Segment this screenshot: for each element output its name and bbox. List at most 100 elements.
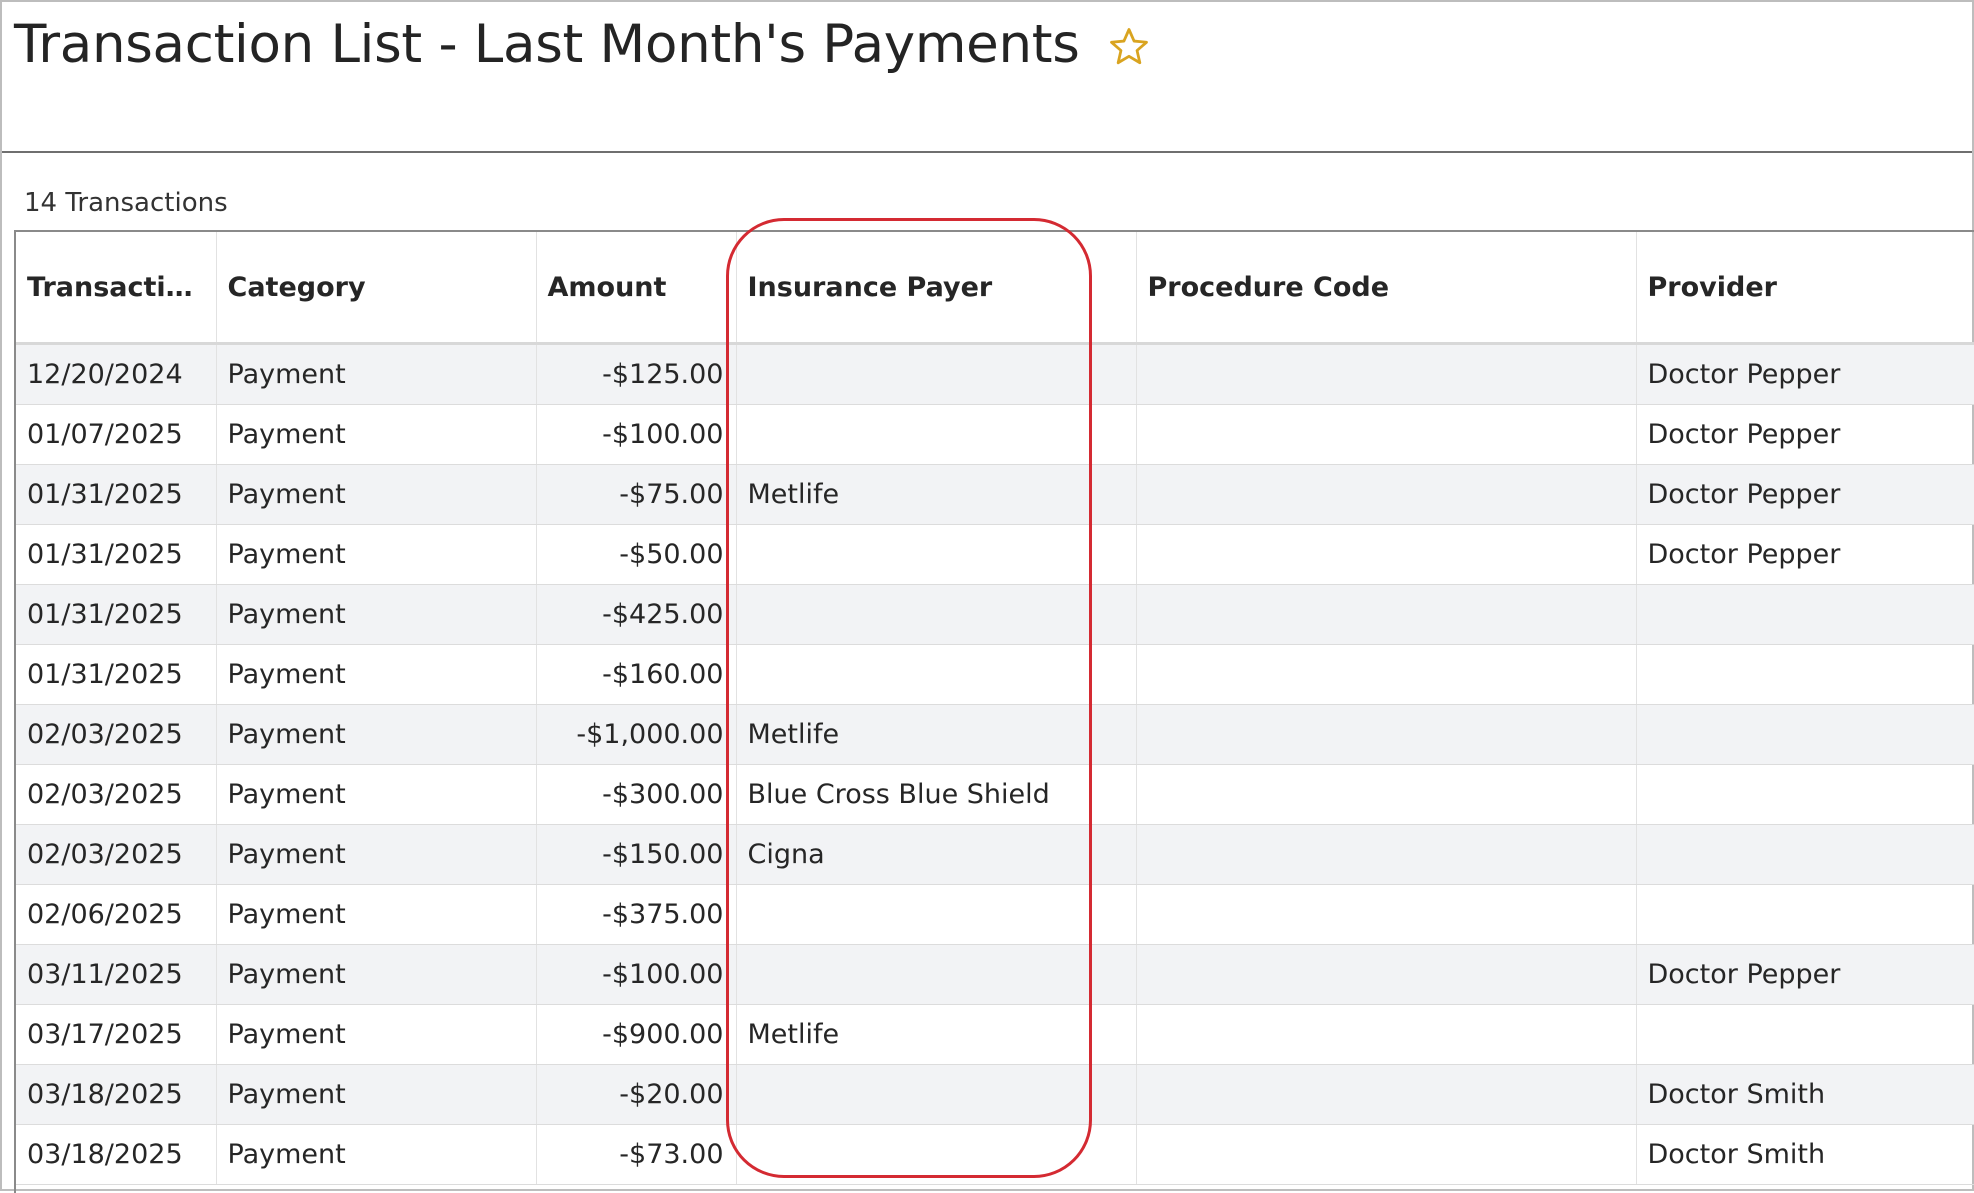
cell-insurance-payer: Blue Cross Blue Shield	[736, 764, 1137, 825]
cell-amount: -$150.00	[536, 824, 737, 885]
cell-category: Payment	[216, 464, 537, 525]
cell-category: Payment	[216, 343, 537, 405]
cell-transaction-date: 01/31/2025	[16, 644, 217, 705]
cell-transaction-date: 12/20/2024	[16, 343, 217, 405]
column-header-category[interactable]: Category	[216, 232, 537, 345]
cell-insurance-payer: Metlife	[736, 1004, 1137, 1065]
cell-category: Payment	[216, 584, 537, 645]
table-header-row: Transactio... Category Amount Insurance …	[16, 232, 1974, 345]
title-bar: Transaction List - Last Month's Payments	[14, 14, 1150, 75]
table-row[interactable]: 02/03/2025 Payment -$150.00 Cigna	[16, 824, 1974, 885]
table-row[interactable]: 02/03/2025 Payment -$300.00 Blue Cross Blue…	[16, 764, 1974, 825]
cell-amount: -$20.00	[536, 1064, 737, 1125]
cell-provider	[1636, 704, 1974, 765]
cell-transaction-date: 03/11/2025	[16, 944, 217, 1005]
cell-transaction-date: 01/31/2025	[16, 524, 217, 585]
table-row[interactable]: 01/31/2025 Payment -$160.00	[16, 644, 1974, 705]
cell-amount: -$900.00	[536, 1004, 737, 1065]
cell-insurance-payer: Metlife	[736, 464, 1137, 525]
table-row[interactable]: 01/31/2025 Payment -$50.00 Doctor Pepper	[16, 524, 1974, 585]
cell-provider: Doctor Smith	[1636, 1124, 1974, 1185]
cell-transaction-date: 02/03/2025	[16, 704, 217, 765]
cell-provider: Doctor Pepper	[1636, 464, 1974, 525]
table-row[interactable]: 01/31/2025 Payment -$425.00	[16, 584, 1974, 645]
cell-transaction-date: 01/31/2025	[16, 584, 217, 645]
cell-procedure-code	[1136, 1124, 1637, 1185]
transactions-table: Transactio... Category Amount Insurance …	[16, 232, 1974, 1185]
column-header-procedure-code[interactable]: Procedure Code	[1136, 232, 1637, 345]
cell-transaction-date: 03/18/2025	[16, 1064, 217, 1125]
cell-category: Payment	[216, 1124, 537, 1185]
column-header-insurance-payer[interactable]: Insurance Payer	[736, 232, 1137, 345]
cell-category: Payment	[216, 764, 537, 825]
cell-category: Payment	[216, 524, 537, 585]
cell-amount: -$75.00	[536, 464, 737, 525]
cell-provider: Doctor Pepper	[1636, 343, 1974, 405]
table-row[interactable]: 03/11/2025 Payment -$100.00 Doctor Pepper	[16, 944, 1974, 1005]
cell-transaction-date: 03/18/2025	[16, 1124, 217, 1185]
cell-transaction-date: 02/03/2025	[16, 824, 217, 885]
cell-procedure-code	[1136, 524, 1637, 585]
cell-transaction-date: 03/17/2025	[16, 1004, 217, 1065]
column-header-provider[interactable]: Provider	[1636, 232, 1974, 345]
cell-procedure-code	[1136, 644, 1637, 705]
cell-insurance-payer: Metlife	[736, 704, 1137, 765]
cell-provider	[1636, 1004, 1974, 1065]
cell-procedure-code	[1136, 464, 1637, 525]
cell-amount: -$1,000.00	[536, 704, 737, 765]
cell-category: Payment	[216, 644, 537, 705]
transactions-table-container: Transactio... Category Amount Insurance …	[14, 230, 1974, 1193]
cell-amount: -$300.00	[536, 764, 737, 825]
cell-amount: -$100.00	[536, 944, 737, 1005]
cell-procedure-code	[1136, 1004, 1637, 1065]
cell-insurance-payer	[736, 404, 1137, 465]
cell-category: Payment	[216, 704, 537, 765]
cell-insurance-payer	[736, 944, 1137, 1005]
cell-amount: -$100.00	[536, 404, 737, 465]
table-row[interactable]: 01/07/2025 Payment -$100.00 Doctor Pepper	[16, 404, 1974, 465]
cell-amount: -$375.00	[536, 884, 737, 945]
column-header-transaction-date[interactable]: Transactio...	[16, 232, 217, 345]
column-header-amount[interactable]: Amount	[536, 232, 737, 345]
star-icon[interactable]	[1108, 26, 1150, 68]
cell-procedure-code	[1136, 884, 1637, 945]
cell-insurance-payer	[736, 884, 1137, 945]
cell-insurance-payer	[736, 1124, 1137, 1185]
cell-transaction-date: 01/31/2025	[16, 464, 217, 525]
page-title: Transaction List - Last Month's Payments	[14, 14, 1080, 75]
cell-provider	[1636, 824, 1974, 885]
cell-provider	[1636, 884, 1974, 945]
transaction-count: 14 Transactions	[24, 188, 228, 218]
cell-provider	[1636, 644, 1974, 705]
cell-amount: -$425.00	[536, 584, 737, 645]
cell-category: Payment	[216, 1064, 537, 1125]
table-row[interactable]: 02/03/2025 Payment -$1,000.00 Metlife	[16, 704, 1974, 765]
table-row[interactable]: 12/20/2024 Payment -$125.00 Doctor Pepper	[16, 343, 1974, 405]
cell-transaction-date: 01/07/2025	[16, 404, 217, 465]
cell-category: Payment	[216, 1004, 537, 1065]
table-row[interactable]: 01/31/2025 Payment -$75.00 Metlife Doctor Pe…	[16, 464, 1974, 525]
cell-procedure-code	[1136, 764, 1637, 825]
table-row[interactable]: 02/06/2025 Payment -$375.00	[16, 884, 1974, 945]
header-divider	[2, 151, 1972, 153]
cell-procedure-code	[1136, 824, 1637, 885]
cell-procedure-code	[1136, 704, 1637, 765]
cell-category: Payment	[216, 884, 537, 945]
table-row[interactable]: 03/17/2025 Payment -$900.00 Metlife	[16, 1004, 1974, 1065]
cell-category: Payment	[216, 404, 537, 465]
cell-provider	[1636, 764, 1974, 825]
cell-amount: -$125.00	[536, 343, 737, 405]
cell-transaction-date: 02/06/2025	[16, 884, 217, 945]
cell-insurance-payer	[736, 343, 1137, 405]
cell-insurance-payer	[736, 524, 1137, 585]
cell-procedure-code	[1136, 404, 1637, 465]
cell-amount: -$73.00	[536, 1124, 737, 1185]
table-row[interactable]: 03/18/2025 Payment -$73.00 Doctor Smith	[16, 1124, 1974, 1185]
cell-provider: Doctor Smith	[1636, 1064, 1974, 1125]
cell-insurance-payer: Cigna	[736, 824, 1137, 885]
cell-provider	[1636, 584, 1974, 645]
table-row[interactable]: 03/18/2025 Payment -$20.00 Doctor Smith	[16, 1064, 1974, 1125]
cell-category: Payment	[216, 824, 537, 885]
cell-transaction-date: 02/03/2025	[16, 764, 217, 825]
cell-insurance-payer	[736, 644, 1137, 705]
